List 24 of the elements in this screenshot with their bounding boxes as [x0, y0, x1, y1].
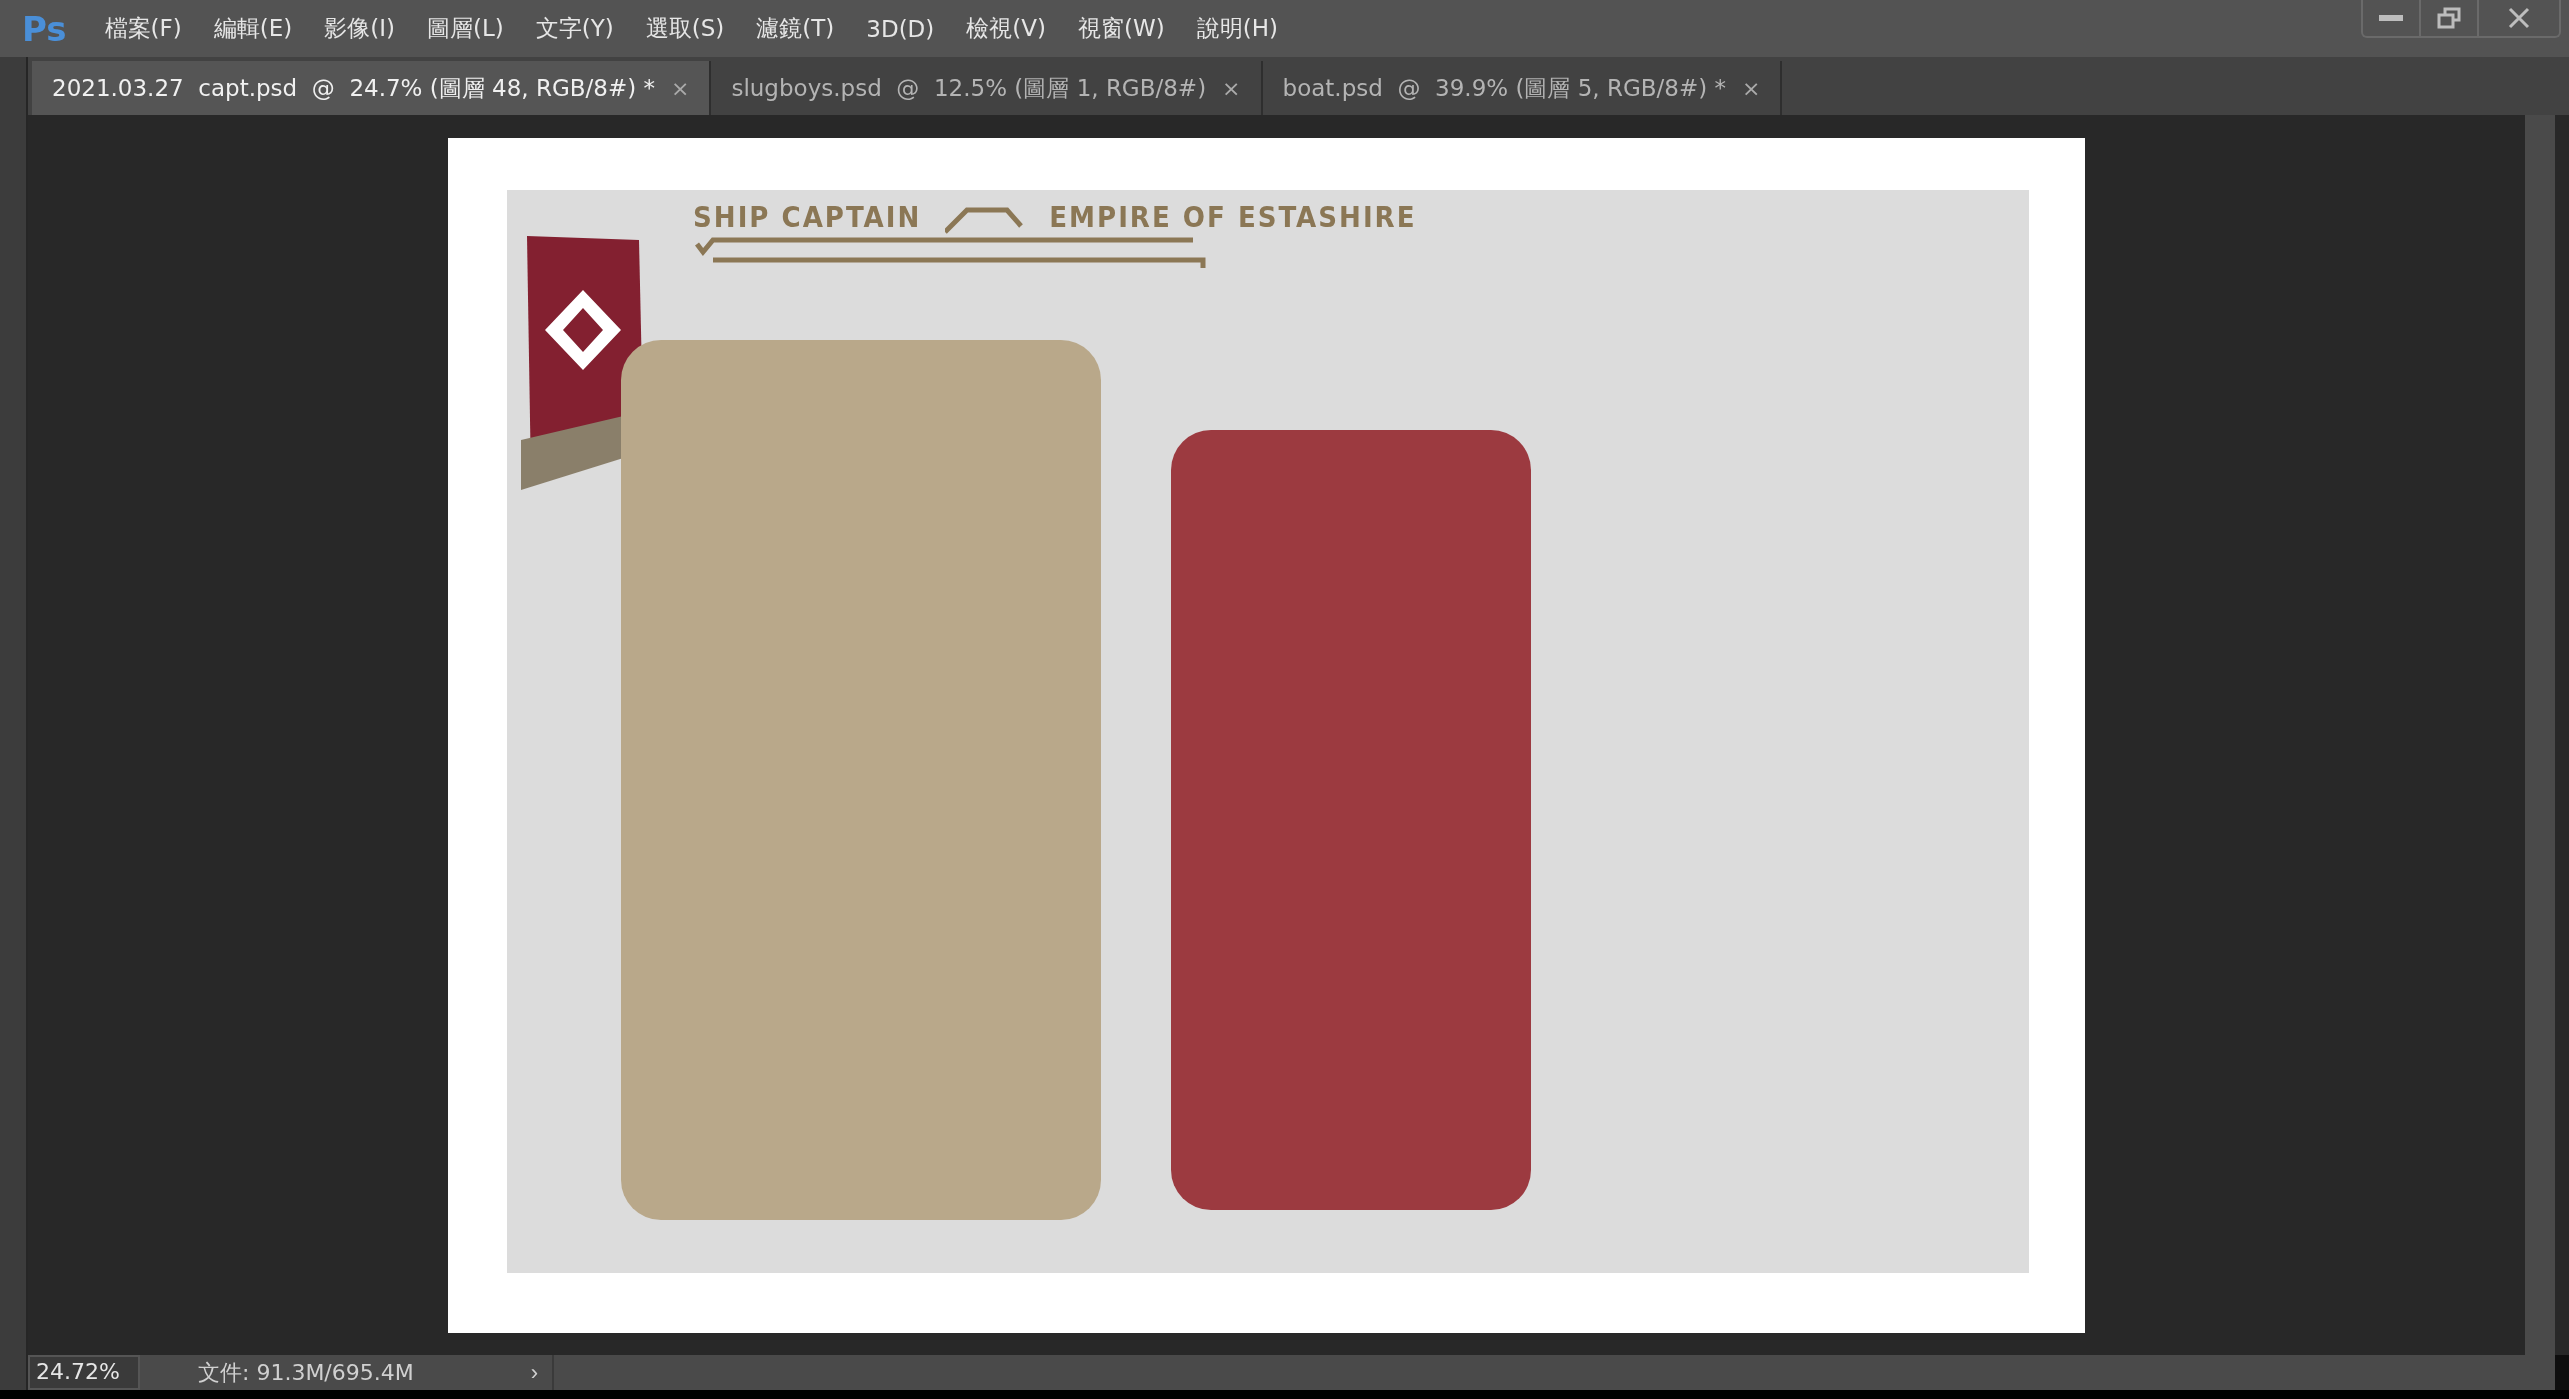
- zoom-field[interactable]: 24.72%: [28, 1355, 140, 1390]
- app-logo: Ps: [21, 8, 68, 49]
- menu-item[interactable]: 檢視(V): [950, 13, 1062, 44]
- menu-item[interactable]: 說明(H): [1180, 13, 1294, 44]
- tab-close-button[interactable]: ×: [1222, 75, 1241, 101]
- restore-icon[interactable]: [2437, 7, 2461, 29]
- menu-item[interactable]: 文字(Y): [519, 13, 630, 44]
- tab-close-button[interactable]: ×: [671, 75, 690, 101]
- menu-item[interactable]: 編輯(E): [197, 13, 309, 44]
- menu-item[interactable]: 檔案(F): [88, 13, 198, 44]
- minimize-icon[interactable]: [2379, 14, 2403, 22]
- menu-item[interactable]: 3D(D): [850, 15, 951, 42]
- document-size: 文件: 91.3M/695.4M: [198, 1358, 414, 1387]
- menu-item[interactable]: 圖層(L): [410, 13, 520, 44]
- artwork-subtitle: EMPIRE OF ESTASHIRE: [1049, 200, 1417, 234]
- menu-item[interactable]: 影像(I): [308, 13, 411, 44]
- artwork-title: SHIP CAPTAIN: [693, 200, 922, 234]
- document-tab[interactable]: 2021.03.27 capt.psd @ 24.7% (圖層 48, RGB/8#) * ×: [32, 61, 712, 115]
- close-icon[interactable]: [2508, 7, 2530, 29]
- menu-item[interactable]: 視窗(W): [1062, 13, 1181, 44]
- tab-close-button[interactable]: ×: [1742, 75, 1761, 101]
- menu-item[interactable]: 濾鏡(T): [740, 13, 851, 44]
- menu-item[interactable]: 選取(S): [629, 13, 741, 44]
- status-menu-button[interactable]: ›: [530, 1359, 538, 1386]
